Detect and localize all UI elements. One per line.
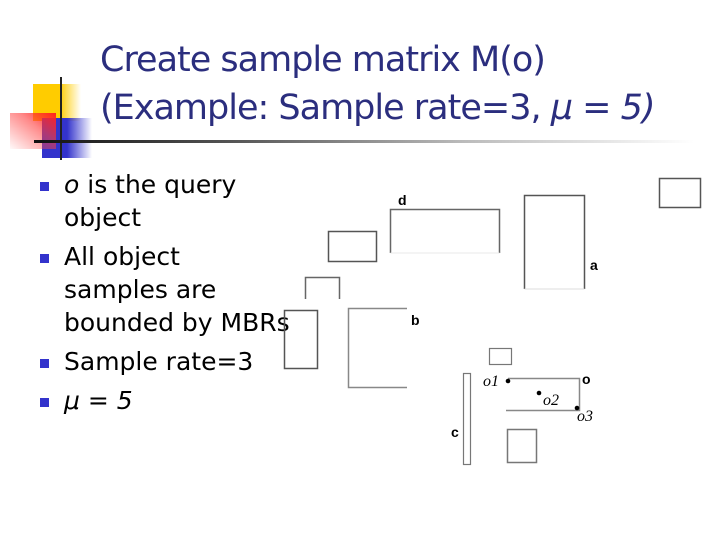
mbr-b <box>347 307 407 389</box>
label-d: d <box>398 192 407 208</box>
sample-point-o2 <box>536 390 542 396</box>
mbr-rect <box>658 177 702 209</box>
label-o: o <box>582 371 591 387</box>
label-o1: o1 <box>483 373 499 390</box>
mbr-rect <box>327 230 378 263</box>
label-a: a <box>590 257 598 273</box>
mbr-rect <box>506 428 538 464</box>
mbr-diagram: d a b c o o1 o2 o3 <box>283 177 702 466</box>
mbr-c <box>462 372 472 466</box>
mbr-rect <box>283 309 319 370</box>
mbr-a <box>523 194 586 289</box>
mbr-rect <box>488 347 513 366</box>
label-o2: o2 <box>543 392 559 409</box>
label-c: c <box>451 424 459 440</box>
mbr-d <box>389 208 501 253</box>
label-o3: o3 <box>577 408 593 425</box>
label-b: b <box>411 312 420 328</box>
mbr-rect <box>304 276 341 299</box>
sample-point-o1 <box>505 378 511 384</box>
